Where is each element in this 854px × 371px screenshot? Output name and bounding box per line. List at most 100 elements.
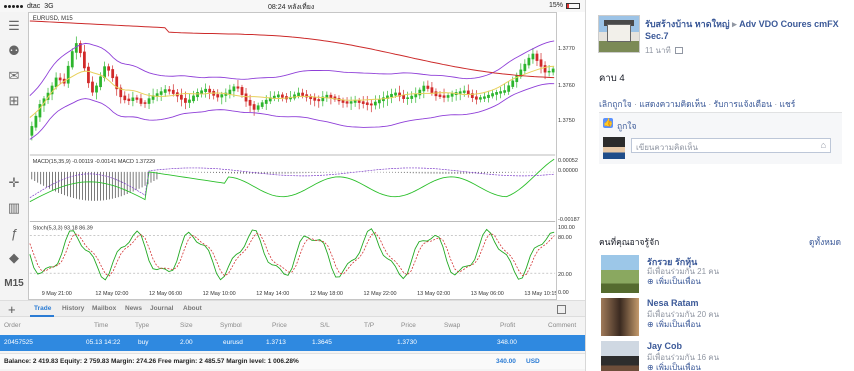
macd-panel (29, 158, 555, 203)
candle-body (107, 66, 111, 71)
post-body: คาบ 4 (599, 73, 625, 84)
candle-body (163, 89, 167, 93)
candle-body (264, 99, 268, 104)
unlike-link[interactable]: เลิกถูกใจ (599, 99, 632, 109)
new-order-icon[interactable]: + (8, 302, 16, 317)
account-summary: Balance: 2 419.83 Equity: 2 759.83 Margi… (0, 353, 585, 369)
macd-signal-line (29, 158, 555, 203)
candle-body (301, 92, 304, 96)
timeframe-button[interactable]: M15 (3, 272, 25, 294)
order-row[interactable]: 20457525 05.13 14:22 buy 2.00 eurusd 1.3… (0, 335, 585, 351)
tab-trade[interactable]: Trade (34, 305, 51, 312)
post-thumbnail[interactable] (598, 15, 640, 53)
stoch-scale-label: 0.00 (558, 290, 569, 296)
candle-body (539, 59, 543, 67)
add-friend-button[interactable]: ⊕ เพิ่มเป็นเพื่อน (647, 318, 701, 331)
candle-body (232, 86, 236, 92)
candlestick-icon[interactable]: ▥ (3, 197, 25, 219)
order-sl: 1.3645 (312, 339, 332, 346)
chart-area[interactable]: EURUSD, M15 MACD(15,35,9) -0.00119 -0.00… (28, 12, 557, 300)
candle-body (248, 99, 252, 106)
candle-body (244, 93, 248, 102)
candle-body (317, 99, 321, 102)
macd-scale-label: 0.00000 (558, 168, 578, 174)
tab-history[interactable]: History (62, 305, 84, 312)
tab-journal[interactable]: Journal (150, 305, 173, 312)
candle-body (276, 94, 280, 98)
candle-body (208, 88, 212, 93)
candle-body (414, 93, 418, 98)
candle-body (87, 66, 90, 84)
candle-body (159, 91, 163, 95)
order-profit: 348.00 (497, 339, 517, 346)
candle-body (434, 91, 438, 97)
time-axis: 9 May 21:00 12 May 02:00 12 May 06:00 12 Ma… (42, 291, 556, 297)
one-click-trade-icon[interactable] (557, 305, 566, 314)
avatar[interactable] (601, 255, 639, 293)
stoch-scale-label: 20.00 (558, 272, 572, 278)
comment-link[interactable]: แสดงความคิดเห็น (639, 99, 706, 109)
avatar[interactable] (601, 341, 639, 371)
candle-body (66, 65, 70, 84)
person-card: รักรวย รักหุ้น มีเพื่อนร่วมกัน 21 คน ⊕ เ… (601, 255, 841, 293)
crosshair-icon[interactable]: ✛ (3, 172, 25, 194)
candle-body (426, 85, 430, 89)
col-order: Order (4, 322, 21, 329)
person-card: Jay Cob มีเพื่อนร่วมกัน 16 คน ⊕ เพิ่มเป็… (601, 341, 841, 371)
candle-body (547, 70, 551, 73)
indicator-icon[interactable]: ƒ (3, 222, 25, 244)
col-swap: Swap (444, 322, 461, 329)
camera-icon[interactable]: ⌂ (821, 140, 826, 150)
candle-body (422, 85, 426, 92)
candle-body (474, 96, 478, 100)
add-friend-button[interactable]: ⊕ เพิ่มเป็นเพื่อน (647, 361, 701, 371)
add-friend-button[interactable]: ⊕ เพิ่มเป็นเพื่อน (647, 275, 701, 288)
order-time: 05.13 14:22 (86, 339, 121, 346)
candle-body (507, 85, 511, 92)
balance-text: Balance: 2 419.83 Equity: 2 759.83 Margi… (4, 358, 299, 365)
candle-body (38, 104, 42, 118)
person-card: Nesa Ratam มีเพื่อนร่วมกัน 20 คน ⊕ เพิ่ม… (601, 298, 841, 336)
privacy-icon (675, 47, 683, 54)
avatar[interactable] (601, 298, 639, 336)
post-time[interactable]: 11 นาที (645, 46, 671, 55)
share-link[interactable]: แชร์ (780, 99, 796, 109)
person-name[interactable]: Jay Cob (647, 341, 682, 351)
candle-body (95, 85, 98, 93)
tab-news[interactable]: News (125, 305, 142, 312)
price-label: 1.3770 (558, 46, 575, 52)
user-icon[interactable]: ⚉ (3, 40, 25, 62)
time-label: 13 May 02:00 (417, 291, 450, 297)
total-profit: 340.00 (496, 358, 516, 365)
pymk-title: คนที่คุณอาจรู้จัก (599, 237, 660, 247)
macd-scale-label: -0.00187 (558, 217, 580, 223)
candle-body (192, 95, 195, 102)
chat-icon[interactable]: ✉ (3, 65, 25, 87)
candle-body (184, 98, 187, 103)
price-chart (29, 20, 555, 141)
candle-body (147, 98, 151, 104)
add-chart-icon[interactable]: ⊞ (3, 90, 25, 112)
objects-icon[interactable]: ◆ (3, 247, 25, 269)
candle-body (260, 102, 264, 107)
comment-input[interactable]: เขียนความคิดเห็น (636, 141, 698, 154)
page-name-link[interactable]: รับสร้างบ้าน หาดใหญ่ (645, 19, 730, 29)
menu-icon[interactable]: ☰ (3, 15, 25, 37)
tab-about[interactable]: About (183, 305, 202, 312)
order-price: 1.3713 (266, 339, 286, 346)
candle-body (458, 91, 462, 94)
macd-scale-label: 0.00052 (558, 158, 578, 164)
see-all-link[interactable]: ดูทั้งหมด (809, 235, 841, 249)
candle-body (527, 57, 531, 66)
arrow-icon: ▸ (732, 19, 737, 29)
candle-body (499, 91, 503, 94)
tab-mailbox[interactable]: Mailbox (92, 305, 116, 312)
notifications-link[interactable]: รับการแจ้งเตือน (714, 99, 772, 109)
candle-body (139, 98, 143, 104)
candle-body (313, 97, 317, 101)
person-name[interactable]: Nesa Ratam (647, 298, 699, 308)
liked-label[interactable]: ถูกใจ (617, 119, 636, 133)
col-tp: T/P (364, 322, 375, 329)
macd-label: MACD(15,35,9) -0.00119 -0.00141 MACD 1.3… (33, 159, 155, 165)
candle-body (410, 95, 414, 99)
